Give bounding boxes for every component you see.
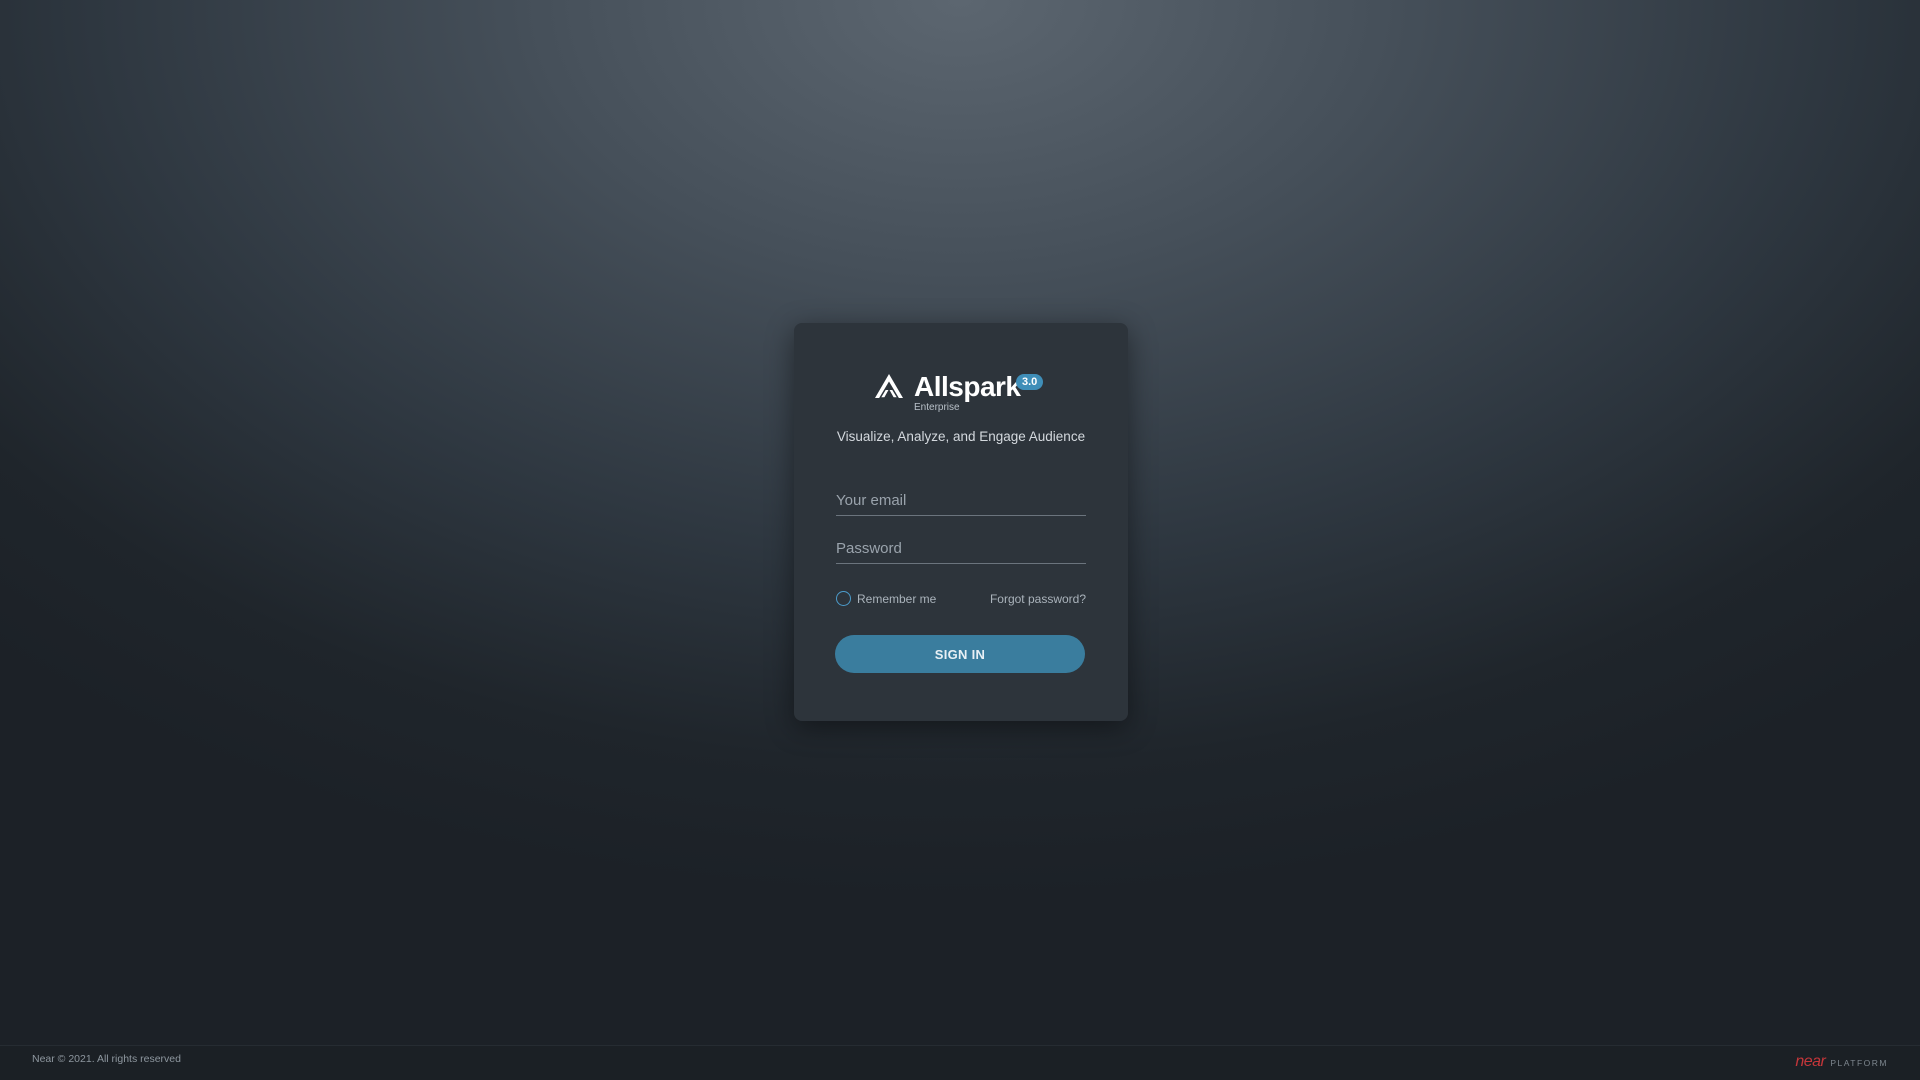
brand-header: Allspark 3.0 Enterprise xyxy=(794,367,1128,413)
app-name: Allspark xyxy=(914,371,1021,402)
footer: Near © 2021. All rights reserved near PLA… xyxy=(0,1045,1920,1080)
remember-me-label[interactable]: Remember me xyxy=(857,592,936,606)
email-field[interactable] xyxy=(836,490,1086,516)
version-badge: 3.0 xyxy=(1016,374,1044,390)
tagline: Visualize, Analyze, and Engage Audience xyxy=(836,429,1086,444)
near-brand-word: near xyxy=(1795,1053,1826,1070)
near-brand-suffix: PLATFORM xyxy=(1830,1058,1888,1068)
sign-in-button[interactable]: SIGN IN xyxy=(835,635,1085,673)
copyright-text: Near © 2021. All rights reserved xyxy=(32,1053,181,1065)
allspark-logo-icon xyxy=(875,374,903,399)
near-platform-logo: near PLATFORM xyxy=(1795,1053,1888,1070)
login-options: Remember me Forgot password? xyxy=(836,588,1086,608)
login-card: Allspark 3.0 Enterprise Visualize, Analy… xyxy=(794,323,1128,721)
forgot-password-link[interactable]: Forgot password? xyxy=(990,592,1086,606)
password-field[interactable] xyxy=(836,538,1086,564)
remember-me-radio[interactable] xyxy=(836,591,851,606)
app-edition: Enterprise xyxy=(914,402,960,413)
